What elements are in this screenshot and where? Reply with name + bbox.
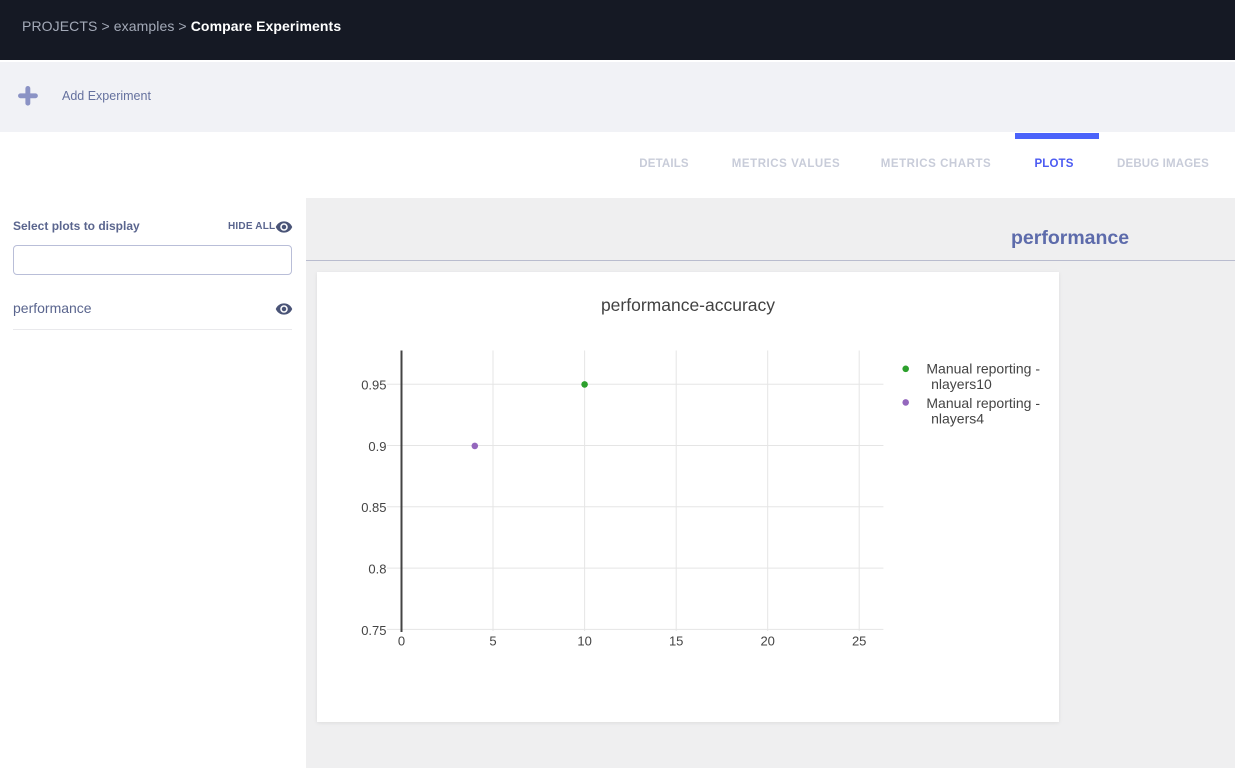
svg-text:0.95: 0.95 bbox=[361, 378, 386, 393]
svg-text:0.85: 0.85 bbox=[361, 500, 386, 515]
svg-text:0.8: 0.8 bbox=[368, 562, 386, 577]
svg-text:0.75: 0.75 bbox=[361, 623, 386, 638]
svg-text:Manual reporting -: Manual reporting - bbox=[926, 361, 1040, 377]
svg-text:20: 20 bbox=[760, 634, 774, 649]
svg-text:25: 25 bbox=[852, 634, 866, 649]
svg-text:5: 5 bbox=[489, 634, 496, 649]
svg-text:nlayers4: nlayers4 bbox=[931, 411, 984, 427]
svg-text:15: 15 bbox=[669, 634, 683, 649]
svg-text:10: 10 bbox=[577, 634, 591, 649]
svg-text:performance-accuracy: performance-accuracy bbox=[601, 295, 775, 315]
svg-text:Manual reporting -: Manual reporting - bbox=[926, 395, 1040, 411]
svg-text:nlayers10: nlayers10 bbox=[931, 376, 992, 392]
svg-text:0: 0 bbox=[398, 634, 405, 649]
svg-text:0.9: 0.9 bbox=[368, 439, 386, 454]
